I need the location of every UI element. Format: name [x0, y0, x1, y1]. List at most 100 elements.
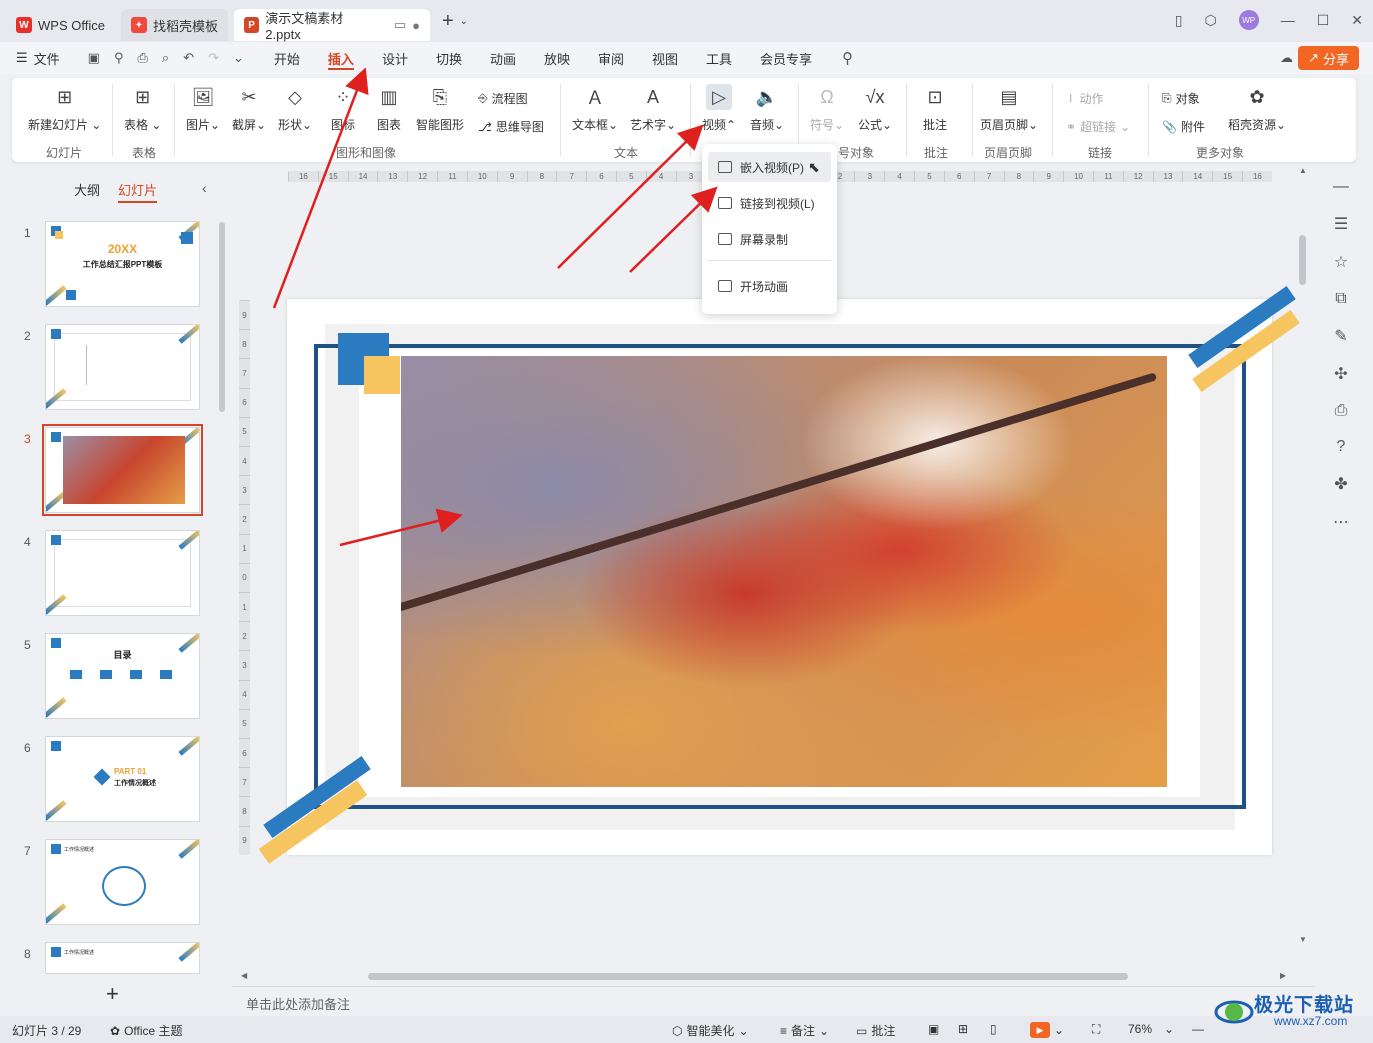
tab-outline[interactable]: 大纲	[74, 180, 100, 203]
menu-home[interactable]: 开始	[260, 42, 314, 74]
collapse-panel-icon[interactable]: ‹	[202, 180, 207, 196]
screen-record-item[interactable]: 屏幕录制	[708, 224, 831, 254]
comment-status-button[interactable]: ▭ 批注	[856, 1022, 895, 1039]
preview-icon[interactable]: ⌕	[162, 50, 169, 66]
grid-view-icon[interactable]: ⊞	[958, 1022, 968, 1036]
scroll-up-icon[interactable]: ▲	[1299, 166, 1307, 175]
panel-scrollbar[interactable]	[219, 222, 225, 412]
scroll-right-icon[interactable]: ▶	[1280, 971, 1286, 980]
tab-wps-office[interactable]: W WPS Office	[6, 9, 115, 41]
slide-thumbnail[interactable]: 目录	[45, 633, 200, 719]
link-video-item[interactable]: 链接到视频(L)	[708, 188, 831, 218]
horizontal-scrollbar[interactable]	[368, 973, 1128, 980]
shape-button[interactable]: ◇ 形状⌄	[278, 84, 312, 133]
menu-tools[interactable]: 工具	[692, 42, 746, 74]
minimize-icon[interactable]: —	[1281, 12, 1295, 28]
slide-thumbnail-selected[interactable]	[42, 424, 203, 516]
share-button[interactable]: ↗ 分享	[1298, 46, 1359, 70]
menu-slideshow[interactable]: 放映	[530, 42, 584, 74]
slide-canvas[interactable]	[258, 286, 1300, 864]
book-icon[interactable]: ⎙	[1335, 402, 1348, 420]
collapse-icon[interactable]: —	[1333, 178, 1349, 196]
symbol-button[interactable]: Ω 符号⌄	[810, 84, 844, 133]
help-icon[interactable]: ?	[1337, 438, 1346, 456]
menu-design[interactable]: 设计	[368, 42, 422, 74]
hyperlink-button[interactable]: ⚭ 超链接 ⌄	[1066, 118, 1130, 135]
menu-transition[interactable]: 切换	[422, 42, 476, 74]
fit-icon[interactable]: ⛶	[1092, 1022, 1100, 1037]
add-slide-icon[interactable]: +	[106, 981, 119, 1007]
normal-view-icon[interactable]: ▣	[928, 1022, 939, 1036]
puzzle-icon[interactable]: ✤	[1334, 474, 1347, 494]
tab-slides[interactable]: 幻灯片	[118, 180, 158, 203]
menu-view[interactable]: 视图	[638, 42, 692, 74]
action-button[interactable]: ⏽ 动作	[1066, 90, 1104, 107]
link-icon[interactable]: ⚲	[114, 50, 124, 66]
chart-button[interactable]: ▥ 图表	[376, 84, 402, 133]
slide-thumbnail[interactable]: PART 01 工作情况概述	[45, 736, 200, 822]
slide-thumbnail[interactable]	[45, 324, 200, 410]
audio-button[interactable]: 🔈 音频⌄	[750, 84, 784, 133]
slide-thumbnail[interactable]	[45, 530, 200, 616]
screenshot-button[interactable]: ✂ 截屏⌄	[232, 84, 266, 133]
video-button[interactable]: ▷ 视频⌃	[702, 84, 736, 133]
zoom-level[interactable]: 76%	[1128, 1022, 1152, 1036]
menu-member[interactable]: 会员专享	[746, 42, 826, 74]
theme-button[interactable]: ✿ Office 主题	[110, 1022, 183, 1039]
copy-icon[interactable]: ⧉	[1335, 290, 1346, 308]
vertical-scrollbar[interactable]	[1299, 235, 1306, 285]
slide-photo[interactable]	[401, 356, 1167, 787]
beautify-button[interactable]: ⬡ 智能美化 ⌄	[672, 1022, 749, 1039]
zoom-chevron-icon[interactable]: ⌄	[1164, 1022, 1174, 1036]
smart-art-button[interactable]: ⎘ 智能图形	[416, 84, 464, 133]
slide-thumbnail[interactable]: 20XX 工作总结汇报PPT模板	[45, 221, 200, 307]
attachment-button[interactable]: 📎 附件	[1162, 118, 1205, 135]
star-icon[interactable]: ☆	[1334, 252, 1348, 272]
notes-area[interactable]: 单击此处添加备注	[232, 986, 1315, 1016]
object-button[interactable]: ⎘ 对象	[1162, 90, 1200, 107]
settings-sliders-icon[interactable]: ☰	[1334, 214, 1348, 234]
comment-button[interactable]: ⊡ 批注	[922, 84, 948, 133]
flowchart-button[interactable]: ⎆ 流程图	[478, 90, 528, 107]
menu-file[interactable]: ☰ 文件	[0, 42, 74, 74]
picture-button[interactable]: 🖼 图片⌄	[186, 84, 220, 133]
scroll-left-icon[interactable]: ◀	[241, 971, 247, 980]
textbox-button[interactable]: Ａ 文本框⌄	[572, 84, 618, 133]
scroll-down-icon[interactable]: ▼	[1299, 935, 1307, 944]
zoom-out-icon[interactable]: —	[1192, 1022, 1204, 1036]
tools-icon[interactable]: ✣	[1334, 364, 1347, 384]
more-chevron-icon[interactable]: ⌄	[233, 50, 244, 66]
menu-animation[interactable]: 动画	[476, 42, 530, 74]
search-icon[interactable]: ⚲	[842, 49, 853, 67]
chevron-down-icon[interactable]: ⌄	[460, 16, 468, 27]
maximize-icon[interactable]: ☐	[1317, 12, 1330, 29]
menu-review[interactable]: 审阅	[584, 42, 638, 74]
cube-icon[interactable]: ⬡	[1204, 12, 1216, 29]
new-slide-button[interactable]: ⊞ 新建幻灯片 ⌄	[28, 84, 101, 133]
slide-thumbnail[interactable]: 工作情况概述	[45, 942, 200, 974]
more-icon[interactable]: ⋯	[1333, 512, 1349, 532]
undo-icon[interactable]: ↶	[183, 50, 194, 66]
close-icon[interactable]: ✕	[1351, 12, 1363, 29]
docer-resource-button[interactable]: ✿ 稻壳资源⌄	[1228, 84, 1286, 133]
avatar[interactable]: WP	[1238, 10, 1259, 30]
notes-button[interactable]: ≡ 备注 ⌄	[780, 1022, 829, 1039]
tab-docer[interactable]: ✦ 找稻壳模板	[120, 9, 228, 41]
layout-icon[interactable]: ▯	[1175, 12, 1183, 29]
print-icon[interactable]: ⎙	[138, 50, 148, 66]
embed-video-item[interactable]: 嵌入视频(P) ⬉	[708, 152, 831, 182]
play-button[interactable]: ▶ ⌄	[1030, 1022, 1064, 1038]
formula-button[interactable]: √x 公式⌄	[858, 84, 892, 133]
cloud-icon[interactable]: ☁	[1280, 50, 1293, 66]
menu-insert[interactable]: 插入	[314, 42, 368, 74]
brush-icon[interactable]: ✎	[1334, 326, 1347, 346]
icon-button[interactable]: ⁘ 图标	[330, 84, 356, 133]
save-icon[interactable]: ▣	[88, 50, 100, 66]
header-footer-button[interactable]: ▤ 页眉页脚⌄	[980, 84, 1038, 133]
opening-animation-item[interactable]: 开场动画	[708, 271, 831, 301]
wordart-button[interactable]: A 艺术字⌄	[630, 84, 676, 133]
slide-thumbnail[interactable]: 工作情况概述	[45, 839, 200, 925]
table-button[interactable]: ⊞ 表格 ⌄	[124, 84, 161, 133]
new-tab-icon[interactable]: +	[442, 10, 454, 33]
tab-presentation[interactable]: P 演示文稿素材2.pptx ▭ ●	[233, 9, 430, 42]
